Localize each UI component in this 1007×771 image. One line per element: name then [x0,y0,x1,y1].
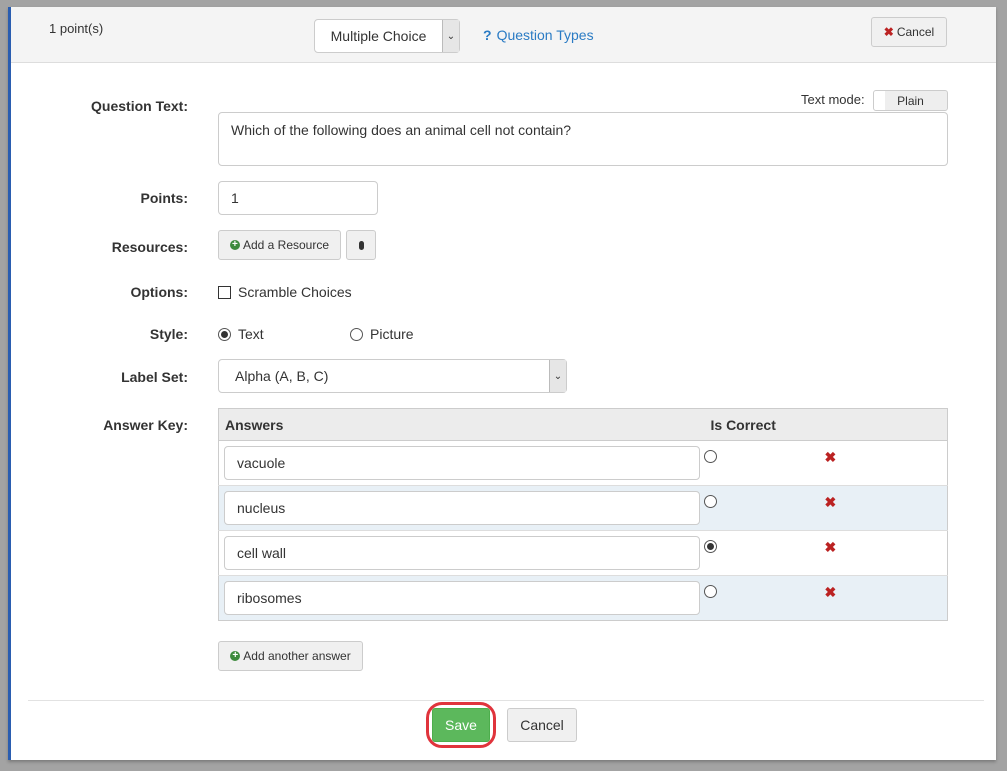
correct-radio[interactable] [703,540,717,553]
answer-input[interactable]: cell wall [224,536,700,570]
question-types-link[interactable]: ? Question Types [483,27,594,43]
record-audio-button[interactable] [346,230,376,260]
plus-circle-icon: + [230,651,241,661]
cancel-button[interactable]: Cancel [507,708,577,742]
scramble-checkbox[interactable] [218,286,231,299]
label-set-select[interactable]: Alpha (A, B, C) ⌄ [218,359,567,393]
correct-radio[interactable] [703,585,717,598]
close-icon: ✖ [883,25,894,39]
answer-row: nucleus ✖ [218,485,948,531]
options-label: Options: [130,284,188,300]
points-input[interactable]: 1 [218,181,378,215]
text-mode-toggle[interactable]: Plain [873,90,948,111]
answer-row: vacuole ✖ [218,440,948,486]
editor-header: 1 point(s) Multiple Choice ⌄ ? Question T… [11,7,996,63]
answer-input[interactable]: nucleus [224,491,700,525]
delete-answer-icon[interactable]: ✖ [825,494,837,511]
question-type-select[interactable]: Multiple Choice ⌄ [314,19,460,53]
correct-radio[interactable] [703,450,717,463]
style-label: Style: [149,326,188,342]
footer-divider [28,700,984,701]
answer-key-table: Answers Is Correct vacuole ✖ nucleus ✖ cell… [218,408,948,621]
help-icon: ? [483,27,492,43]
header-cancel-button[interactable]: ✖ Cancel [871,17,947,47]
answer-row: cell wall ✖ [218,530,948,576]
points-label: Points: [140,190,188,206]
answer-input[interactable]: vacuole [224,446,700,480]
plus-circle-icon: + [229,240,240,250]
question-text-input[interactable]: Which of the following does an animal ce… [218,112,948,166]
scramble-label: Scramble Choices [238,284,352,300]
microphone-icon [358,240,364,250]
question-editor-panel: 1 point(s) Multiple Choice ⌄ ? Question T… [8,7,996,760]
save-button[interactable]: Save [432,708,490,742]
chevron-down-icon: ⌄ [549,360,566,392]
points-summary: 1 point(s) [49,21,104,36]
style-picture-radio[interactable] [350,328,363,341]
answer-input[interactable]: ribosomes [224,581,700,615]
chevron-down-icon: ⌄ [442,20,459,52]
delete-answer-icon[interactable]: ✖ [825,584,837,601]
label-set-label: Label Set: [121,369,188,385]
answer-row: ribosomes ✖ [218,575,948,621]
delete-answer-icon[interactable]: ✖ [825,449,837,466]
add-resource-button[interactable]: + Add a Resource [218,230,341,260]
question-text-label: Question Text: [91,98,188,114]
correct-radio[interactable] [703,495,717,508]
resources-label: Resources: [111,239,188,255]
delete-answer-icon[interactable]: ✖ [825,539,837,556]
text-mode-label: Text mode: [801,92,865,107]
style-text-radio[interactable] [218,328,231,341]
answer-key-label: Answer Key: [103,417,188,433]
add-answer-button[interactable]: + Add another answer [218,641,363,671]
